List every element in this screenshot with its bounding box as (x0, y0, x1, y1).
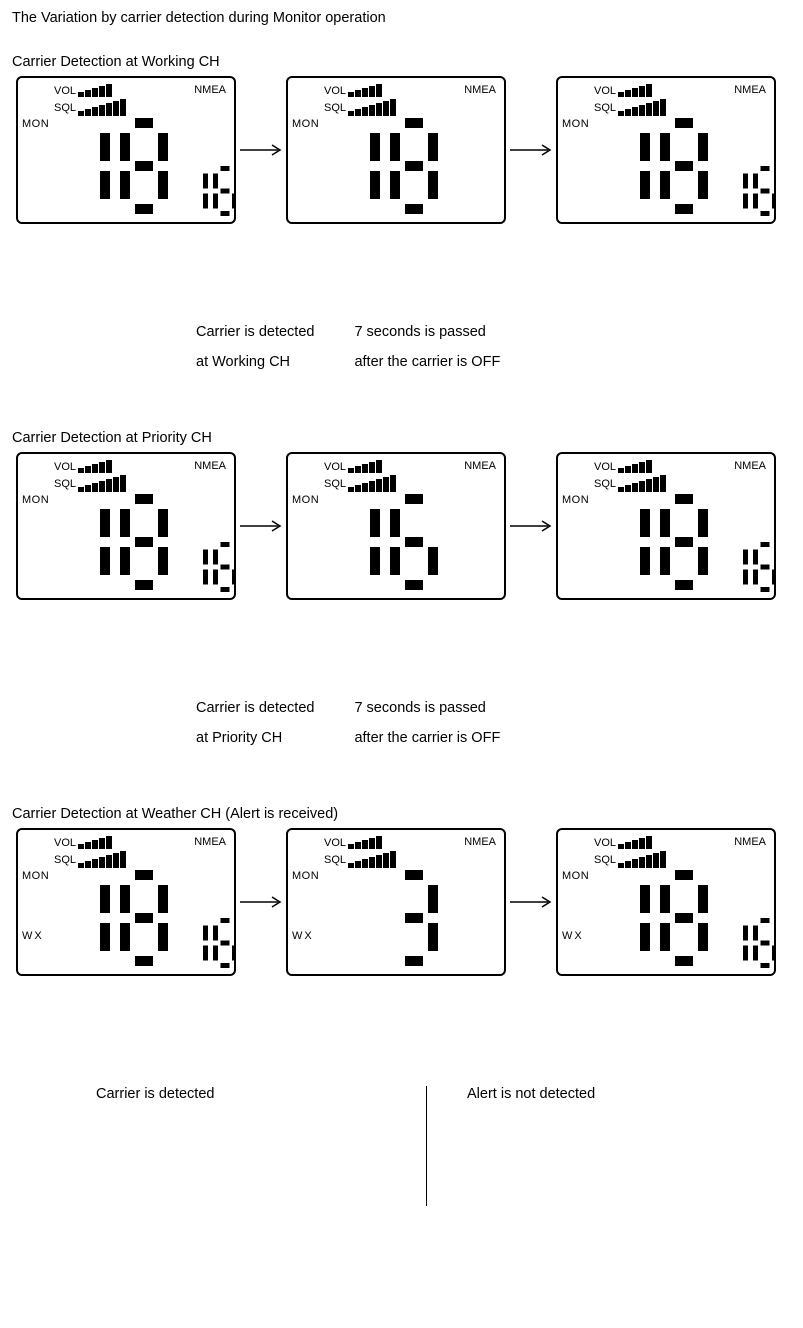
sql-label: SQL (54, 478, 76, 490)
vol-label: VOL (594, 461, 616, 473)
sql-label: SQL (54, 854, 76, 866)
sql-label: SQL (324, 102, 346, 114)
arrow-icon (506, 895, 556, 909)
lcd-digits (598, 490, 776, 594)
sql-label: SQL (594, 102, 616, 114)
lcd-digits (328, 490, 442, 594)
arrow-icon (236, 519, 286, 533)
lcd-priority-3: VOL SQL NMEA MON (556, 452, 776, 600)
sql-label: SQL (324, 478, 346, 490)
caption-text: 7 seconds is passed (354, 700, 500, 716)
vol-label: VOL (324, 837, 346, 849)
working-captions: Carrier is detected at Working CH 7 seco… (196, 324, 797, 370)
section-weather-title: Carrier Detection at Weather CH (Alert i… (12, 806, 797, 822)
caption-text: at Priority CH (196, 730, 314, 746)
priority-captions: Carrier is detected at Priority CH 7 sec… (196, 700, 797, 746)
section-priority-title: Carrier Detection at Priority CH (12, 430, 797, 446)
wx-label: WX (22, 930, 44, 942)
vol-label: VOL (54, 85, 76, 97)
nmea-label: NMEA (734, 836, 766, 848)
vol-label: VOL (54, 461, 76, 473)
mon-label: MON (292, 494, 319, 506)
section-working-title: Carrier Detection at Working CH (12, 54, 797, 70)
sql-label: SQL (324, 854, 346, 866)
lcd-digits (598, 114, 776, 218)
arrow-icon (506, 519, 556, 533)
wx-label: WX (562, 930, 584, 942)
vol-label: VOL (594, 837, 616, 849)
nmea-label: NMEA (734, 460, 766, 472)
lcd-digits (598, 866, 776, 970)
nmea-label: NMEA (194, 836, 226, 848)
lcd-priority-1: VOL SQL NMEA MON (16, 452, 236, 600)
priority-row: VOL SQL NMEA MON VOL SQL NMEA MON VOL SQL … (16, 452, 797, 600)
caption-text: Carrier is detected (196, 324, 314, 340)
caption-text: after the carrier is OFF (354, 730, 500, 746)
weather-captions: Carrier is detected Alert is not detecte… (96, 1086, 797, 1206)
sql-label: SQL (594, 478, 616, 490)
nmea-label: NMEA (194, 84, 226, 96)
mon-label: MON (292, 870, 319, 882)
caption-text: 7 seconds is passed (354, 324, 500, 340)
lcd-working-3: VOL SQL NMEA MON (556, 76, 776, 224)
vertical-divider (426, 1086, 427, 1206)
mon-label: MON (562, 870, 589, 882)
mon-label: MON (22, 870, 49, 882)
arrow-icon (236, 895, 286, 909)
lcd-digits (328, 866, 442, 970)
mon-label: MON (292, 118, 319, 130)
lcd-digits (58, 490, 236, 594)
page-title: The Variation by carrier detection durin… (12, 10, 797, 26)
mon-label: MON (562, 118, 589, 130)
lcd-weather-2: VOL SQL NMEA MON WX (286, 828, 506, 976)
working-row: VOL SQL NMEA MON VOL SQL NMEA MON VOL SQL … (16, 76, 797, 224)
vol-label: VOL (594, 85, 616, 97)
nmea-label: NMEA (194, 460, 226, 472)
lcd-working-2: VOL SQL NMEA MON (286, 76, 506, 224)
nmea-label: NMEA (734, 84, 766, 96)
caption-text: at Working CH (196, 354, 314, 370)
nmea-label: NMEA (464, 836, 496, 848)
lcd-digits (328, 114, 442, 218)
sql-label: SQL (594, 854, 616, 866)
nmea-label: NMEA (464, 84, 496, 96)
lcd-working-1: VOL SQL NMEA MON (16, 76, 236, 224)
nmea-label: NMEA (464, 460, 496, 472)
vol-label: VOL (54, 837, 76, 849)
arrow-icon (506, 143, 556, 157)
sql-label: SQL (54, 102, 76, 114)
lcd-weather-1: VOL SQL NMEA MON WX (16, 828, 236, 976)
caption-text: after the carrier is OFF (354, 354, 500, 370)
caption-text: Carrier is detected (96, 1086, 214, 1102)
wx-label: WX (292, 930, 314, 942)
mon-label: MON (562, 494, 589, 506)
caption-text: Carrier is detected (196, 700, 314, 716)
lcd-weather-3: VOL SQL NMEA MON WX (556, 828, 776, 976)
mon-label: MON (22, 494, 49, 506)
arrow-icon (236, 143, 286, 157)
weather-row: VOL SQL NMEA MON WX VOL SQL NMEA MON WX VOL … (16, 828, 797, 976)
lcd-priority-2: VOL SQL NMEA MON (286, 452, 506, 600)
lcd-digits (58, 866, 236, 970)
caption-text: Alert is not detected (467, 1086, 595, 1102)
vol-label: VOL (324, 461, 346, 473)
lcd-digits (58, 114, 236, 218)
vol-label: VOL (324, 85, 346, 97)
mon-label: MON (22, 118, 49, 130)
